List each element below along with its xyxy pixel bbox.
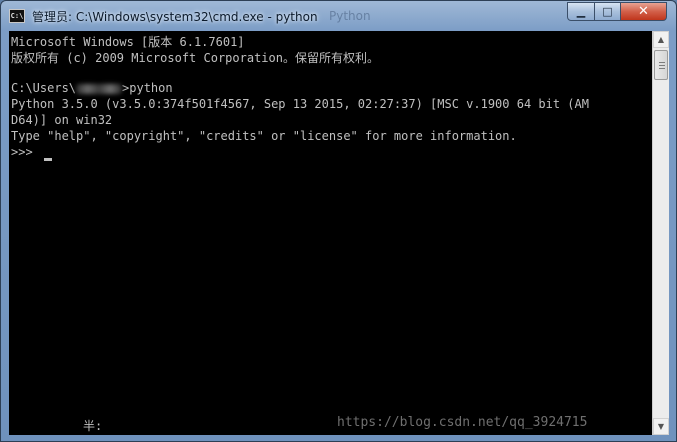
close-icon: ✕ (638, 4, 649, 19)
vertical-scrollbar[interactable]: ▲ ▼ (652, 31, 669, 435)
minimize-icon: ▁ (576, 5, 586, 18)
maximize-button[interactable]: □ (594, 2, 621, 21)
console-line-1: Microsoft Windows [版本 6.1.7601] (11, 35, 245, 49)
console-output[interactable]: Microsoft Windows [版本 6.1.7601] 版权所有 (c)… (9, 31, 652, 435)
scroll-up-button[interactable]: ▲ (653, 31, 669, 48)
python-prompt[interactable]: >>> (11, 145, 40, 161)
minimize-button[interactable]: ▁ (567, 2, 595, 21)
cmd-window: C:\ 管理员: C:\Windows\system32\cmd.exe - p… (0, 0, 677, 442)
grip-line (659, 68, 665, 69)
console-line-prompt: C:\Users\ >python (11, 81, 173, 97)
watermark: https://blog.csdn.net/qq_3924715 (337, 415, 588, 430)
window-title: 管理员: C:\Windows\system32\cmd.exe - pytho… (32, 10, 318, 24)
ime-status: 半: (83, 419, 103, 433)
grip-line (659, 65, 665, 66)
prompt-path: C:\Users\ (11, 81, 77, 95)
background-window-title: Python (329, 9, 371, 23)
scroll-thumb[interactable] (654, 50, 668, 80)
prompt-command: >python (122, 81, 173, 95)
cmd-app-icon[interactable]: C:\ (9, 9, 25, 23)
console-line-5: Python 3.5.0 (v3.5.0:374f501f4567, Sep 1… (11, 97, 589, 111)
scroll-down-button[interactable]: ▼ (653, 418, 669, 435)
text-cursor (44, 158, 52, 161)
arrow-up-icon: ▲ (657, 35, 665, 44)
maximize-icon: □ (602, 5, 613, 18)
redacted-username (76, 83, 123, 94)
close-button[interactable]: ✕ (620, 2, 667, 21)
arrow-down-icon: ▼ (657, 422, 665, 431)
console-line-7: Type "help", "copyright", "credits" or "… (11, 129, 517, 143)
console-line-6: D64)] on win32 (11, 113, 113, 127)
title-bar[interactable]: C:\ 管理员: C:\Windows\system32\cmd.exe - p… (1, 1, 676, 31)
grip-line (659, 62, 665, 63)
console-line-2: 版权所有 (c) 2009 Microsoft Corporation。保留所有… (11, 51, 379, 65)
